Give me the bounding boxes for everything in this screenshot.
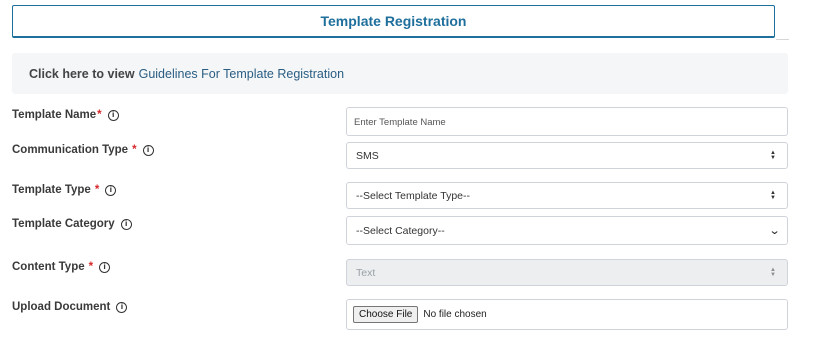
sort-arrows-icon: ▲ ▼	[770, 266, 776, 278]
communication-type-label: Communication Type * i	[12, 144, 154, 156]
content-type-value: Text	[356, 266, 376, 279]
choose-file-button[interactable]: Choose File	[353, 306, 419, 323]
communication-type-select[interactable]: SMS ▲ ▼	[346, 142, 788, 169]
tab-divider	[776, 39, 789, 40]
required-marker: *	[97, 109, 102, 121]
guidelines-link[interactable]: Guidelines For Template Registration	[139, 67, 344, 81]
upload-document-field: Choose File No file chosen	[346, 299, 788, 330]
page-title: Template Registration	[320, 13, 467, 29]
info-icon[interactable]: i	[120, 218, 132, 230]
communication-type-value: SMS	[356, 149, 379, 162]
communication-type-label-text: Communication Type	[12, 144, 129, 156]
template-name-field[interactable]	[346, 107, 788, 136]
template-category-value: --Select Category--	[356, 224, 445, 237]
guidelines-prefix: Click here to view	[29, 66, 135, 81]
info-icon[interactable]: i	[99, 261, 111, 273]
content-type-label-text: Content Type	[12, 261, 85, 273]
sort-arrows-icon: ▲ ▼	[770, 189, 776, 201]
sort-arrows-icon: ▲ ▼	[770, 149, 776, 161]
info-icon[interactable]: i	[142, 144, 154, 156]
content-type-label: Content Type * i	[12, 261, 111, 273]
template-name-input[interactable]	[347, 108, 787, 135]
upload-document-label-text: Upload Document	[12, 301, 111, 313]
info-icon[interactable]: i	[107, 109, 119, 121]
required-marker: *	[94, 184, 100, 196]
template-type-value: --Select Template Type--	[356, 189, 470, 202]
info-icon[interactable]: i	[116, 301, 128, 313]
template-name-label-text: Template Name	[12, 109, 97, 121]
template-category-label-text: Template Category	[12, 218, 115, 230]
guidelines-banner: Click here to view Guidelines For Templa…	[12, 53, 788, 94]
template-type-label-text: Template Type	[12, 184, 91, 196]
required-marker: *	[132, 144, 137, 156]
template-type-select[interactable]: --Select Template Type-- ▲ ▼	[346, 182, 788, 209]
file-status: No file chosen	[423, 309, 487, 320]
template-type-label: Template Type * i	[12, 184, 117, 196]
upload-document-label: Upload Document i	[12, 301, 128, 313]
info-icon[interactable]: i	[105, 184, 117, 196]
content-type-select: Text ▲ ▼	[346, 259, 788, 286]
required-marker: *	[88, 261, 94, 273]
tab-template-registration[interactable]: Template Registration	[12, 5, 775, 38]
template-name-label: Template Name * i	[12, 109, 119, 121]
template-category-label: Template Category i	[12, 218, 132, 230]
template-category-select[interactable]: --Select Category-- ⌄	[346, 216, 788, 245]
chevron-down-icon: ⌄	[768, 224, 781, 237]
